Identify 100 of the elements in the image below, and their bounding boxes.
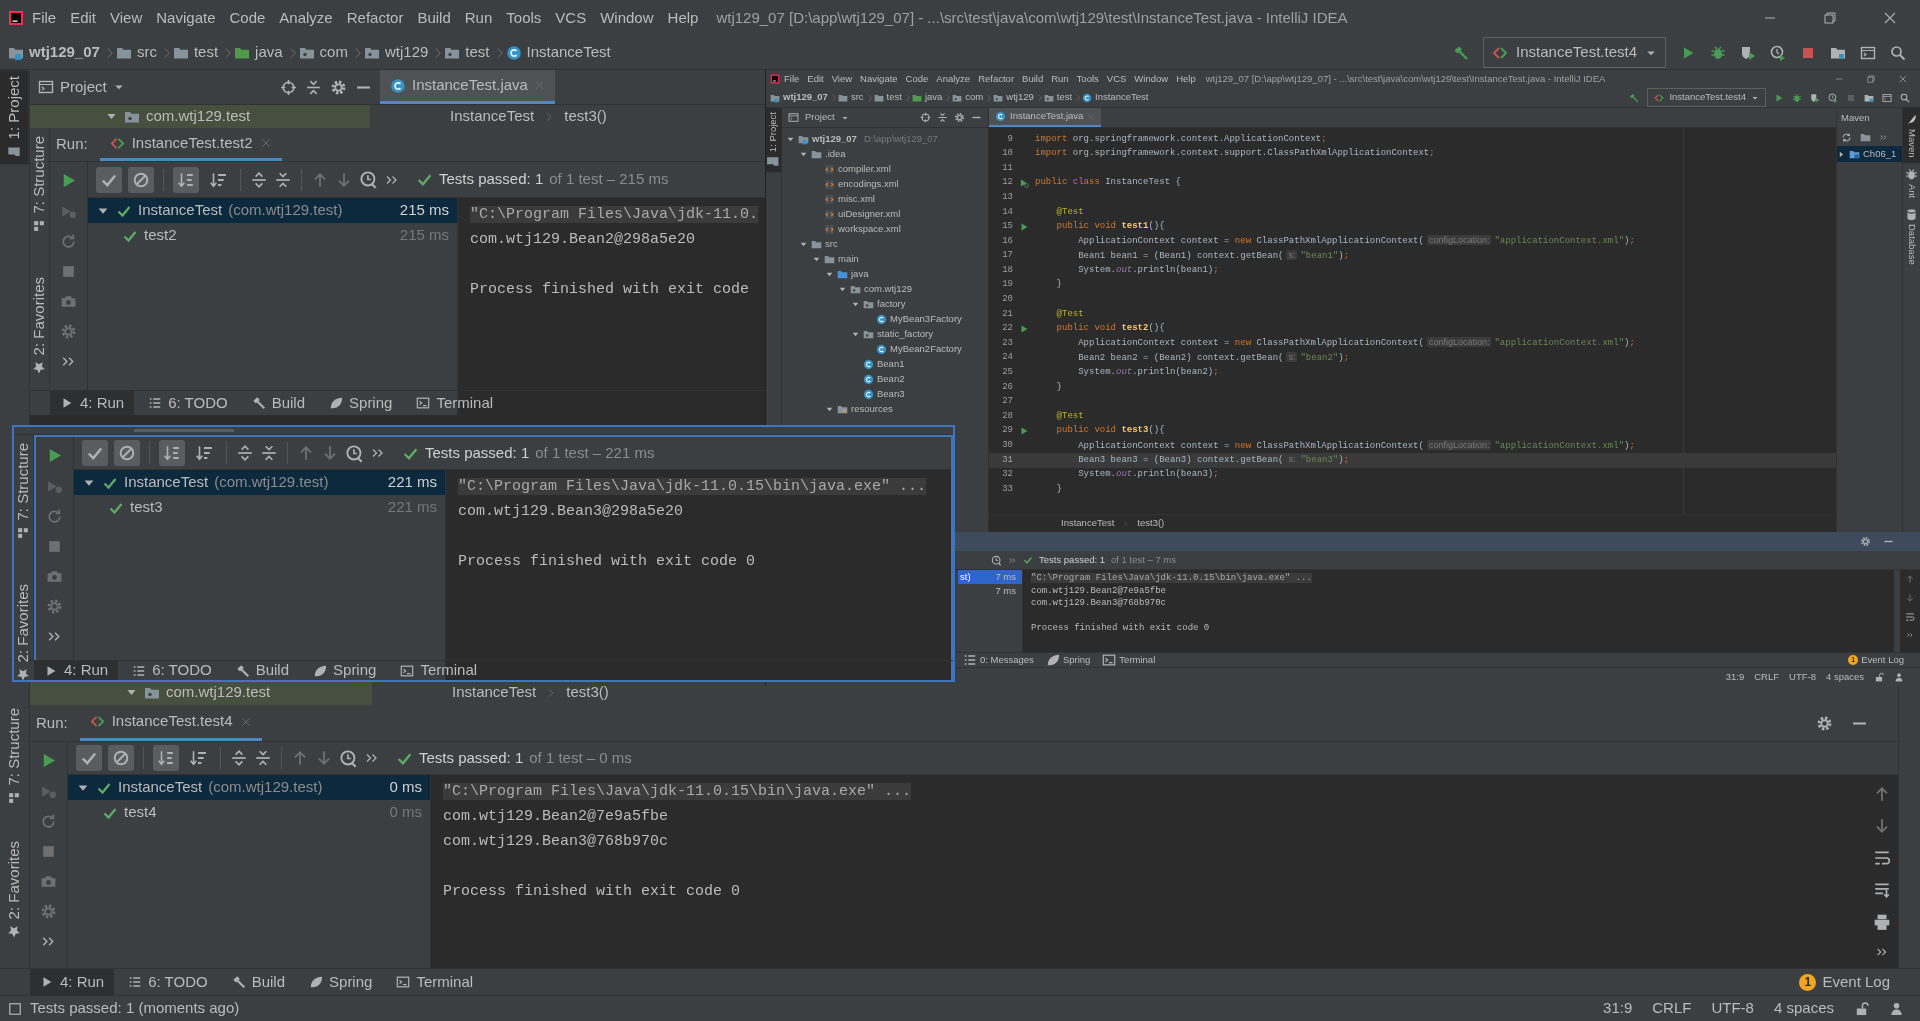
tool-window-stripe-button[interactable]: 7: Structure	[30, 134, 52, 235]
lock-icon[interactable]	[1854, 1001, 1869, 1016]
tree-row[interactable]: InstanceTest (com.wtj129.test) 221 ms	[74, 470, 445, 495]
tree-item[interactable]: java	[851, 267, 869, 282]
soft-wrap-icon[interactable]	[1873, 849, 1891, 867]
tree-item[interactable]: Ch06_1	[1863, 146, 1897, 162]
tree-item[interactable]: main	[838, 252, 859, 267]
tree-row[interactable]: test4 0 ms	[68, 800, 430, 825]
tool-window-tab[interactable]: 0: Messages	[958, 653, 1039, 667]
editor-tab[interactable]: InstanceTest.java	[380, 70, 555, 104]
menu-item[interactable]: Build	[411, 6, 457, 30]
breadcrumb-item[interactable]: java	[234, 41, 287, 64]
down-icon[interactable]	[1905, 593, 1915, 603]
tool-window-stripe-button[interactable]: 2: Favorites	[0, 834, 29, 944]
tool-window-tab[interactable]: Build	[221, 969, 296, 995]
scroll-to-end-icon[interactable]	[1873, 881, 1891, 899]
settings-icon[interactable]	[1816, 714, 1833, 732]
expand-arrow-icon[interactable]	[838, 285, 847, 294]
locate-icon[interactable]	[280, 78, 297, 96]
test-history-icon[interactable]	[991, 554, 1002, 566]
tree-item[interactable]: .idea	[825, 147, 846, 162]
terminal-window-icon[interactable]	[1882, 92, 1892, 103]
breadcrumb-item[interactable]: InstanceTest	[1082, 90, 1151, 105]
coverage-icon[interactable]	[1740, 44, 1756, 61]
breadcrumb-item[interactable]: test3()	[564, 105, 607, 128]
expand-all-icon[interactable]	[250, 170, 268, 189]
tool-window-tab[interactable]: 6: TODO	[138, 391, 238, 415]
collapse-all-icon[interactable]	[254, 749, 272, 767]
test-history-icon[interactable]	[345, 443, 364, 463]
tool-window-tab[interactable]: Spring	[303, 661, 387, 680]
collapse-all-icon[interactable]	[260, 444, 278, 462]
tree-row[interactable]: test2 215 ms	[88, 223, 457, 248]
refresh-icon[interactable]	[1841, 131, 1852, 143]
run-tests-icon[interactable]	[1019, 178, 1029, 189]
collapse-all-icon[interactable]	[274, 170, 292, 189]
breadcrumb-item[interactable]: src	[837, 90, 866, 105]
tree-row[interactable]: InstanceTest (com.wtj129.test) 0 ms	[68, 775, 430, 800]
tool-window-tab[interactable]: Spring	[1040, 653, 1096, 667]
panel-title[interactable]: Project	[38, 75, 125, 99]
tree-item[interactable]: compiler.xml	[838, 162, 891, 177]
build-hammer-icon[interactable]	[1629, 92, 1640, 103]
breadcrumb-item[interactable]: wtj129_07	[8, 41, 104, 64]
tree-item[interactable]: misc.xml	[838, 192, 875, 207]
tree-item[interactable]: Bean2	[877, 372, 905, 387]
tree-item[interactable]: factory	[877, 297, 906, 312]
soft-wrap-icon[interactable]	[1905, 612, 1915, 622]
breadcrumb-item[interactable]: InstanceTest	[450, 105, 535, 128]
tree-row[interactable]: test3 221 ms	[74, 495, 445, 520]
menu-item[interactable]: Run	[1047, 71, 1073, 87]
menu-item[interactable]: Code	[901, 71, 933, 87]
expand-arrow-icon[interactable]	[799, 150, 808, 159]
tool-window-tab[interactable]: Build	[225, 661, 300, 680]
breadcrumb-item[interactable]: src	[115, 41, 161, 64]
tool-window-stripe-button[interactable]: 1: Project	[0, 70, 29, 165]
menu-item[interactable]: Help	[661, 6, 705, 30]
more-icon[interactable]	[1906, 631, 1914, 639]
menu-item[interactable]: Help	[1172, 71, 1200, 87]
test-history-icon[interactable]	[359, 170, 378, 189]
terminal-window-icon[interactable]	[1860, 44, 1876, 61]
search-icon[interactable]	[1900, 92, 1910, 103]
tool-window-tab[interactable]: 4: Run	[30, 969, 115, 995]
debug-bug-icon[interactable]	[1710, 44, 1726, 61]
menu-item[interactable]: File	[780, 71, 804, 87]
menu-item[interactable]: Edit	[803, 71, 828, 87]
close-icon[interactable]	[1882, 10, 1898, 26]
tree-row[interactable]: Ch06_1	[1837, 146, 1902, 162]
breadcrumb-item[interactable]: java	[911, 90, 945, 105]
menu-item[interactable]: Refactor	[974, 71, 1019, 87]
tree-item[interactable]: Bean1	[877, 357, 905, 372]
panel-title[interactable]: Project	[788, 110, 849, 125]
run-test-icon[interactable]	[1019, 324, 1029, 334]
breadcrumb-item[interactable]: InstanceTest	[452, 681, 537, 704]
search-icon[interactable]	[1890, 44, 1906, 61]
profiler-icon[interactable]	[1770, 44, 1786, 61]
tool-window-stripe-button[interactable]: Ant	[1903, 162, 1920, 203]
tool-window-tab[interactable]: Terminal	[386, 969, 484, 995]
menu-item[interactable]: Tools	[1072, 71, 1103, 87]
locate-icon[interactable]	[920, 112, 931, 123]
tool-window-tab[interactable]: Terminal	[1097, 653, 1161, 667]
menu-item[interactable]: Tools	[500, 6, 548, 30]
status-item[interactable]: 31:9	[1725, 669, 1745, 685]
breadcrumb-item[interactable]: test	[873, 90, 904, 105]
status-item[interactable]: CRLF	[1652, 997, 1692, 1020]
status-item[interactable]: CRLF	[1754, 669, 1780, 685]
status-item[interactable]: 4 spaces	[1773, 997, 1834, 1020]
build-hammer-icon[interactable]	[1453, 44, 1470, 61]
breadcrumb-item[interactable]: wtj129	[993, 90, 1036, 105]
menu-item[interactable]: Navigate	[856, 71, 902, 87]
inspector-person-icon[interactable]	[1889, 1001, 1904, 1016]
tree-item[interactable]: workspace.xml	[838, 222, 901, 237]
collapse-all-icon[interactable]	[305, 78, 322, 96]
expand-all-icon[interactable]	[236, 444, 254, 462]
tool-window-tab[interactable]: Spring	[319, 391, 403, 415]
tool-window-tab[interactable]: Terminal	[406, 391, 504, 415]
expand-all-icon[interactable]	[230, 749, 248, 767]
tree-item[interactable]: static_factory	[877, 327, 933, 342]
menu-item[interactable]: Window	[1130, 71, 1173, 87]
breadcrumb-item[interactable]: com	[298, 41, 352, 64]
tree-item[interactable]: MyBean3Factory	[890, 312, 962, 327]
restore-icon[interactable]	[1866, 74, 1876, 84]
